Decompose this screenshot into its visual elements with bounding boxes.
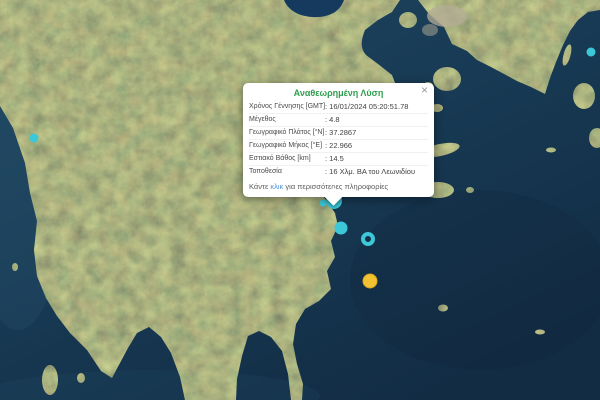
info-row-origin-time: Χρόνος Γέννησης [GMT] : 16/01/2024 05:20… — [249, 101, 428, 113]
more-info-text: Κάντε κλικ για περισσότερες πληροφορίες — [249, 180, 428, 193]
epicenter-marker-small[interactable] — [320, 200, 327, 207]
island — [433, 67, 461, 91]
map-viewport: × Αναθεωρημένη Λύση Χρόνος Γέννησης [GMT… — [0, 0, 600, 400]
island — [438, 305, 448, 312]
info-row-longitude: Γεωγραφικό Μήκος [°E] : 22.966 — [249, 139, 428, 152]
quake-marker-west[interactable] — [30, 134, 39, 143]
row-value: : 16 Χλμ. ΒΑ του Λεωνιδίου — [325, 166, 428, 178]
row-label: Γεωγραφικό Μήκος [°E] — [249, 140, 325, 152]
island — [535, 330, 545, 335]
row-value: : 4.8 — [325, 114, 428, 126]
island — [546, 148, 556, 153]
island — [12, 263, 18, 271]
row-value: : 22.966 — [325, 140, 428, 152]
row-label: Χρόνος Γέννησης [GMT] — [249, 101, 325, 113]
info-row-magnitude: Μέγεθος : 4.8 — [249, 113, 428, 126]
quake-marker-coast[interactable] — [335, 222, 348, 235]
sea-deep-patch — [350, 190, 600, 370]
footer-prefix: Κάντε — [249, 182, 270, 191]
info-row-latitude: Γεωγραφικό Πλάτος [°N] : 37.2867 — [249, 126, 428, 139]
row-value: : 16/01/2024 05:20:51.78 — [325, 101, 428, 113]
island — [42, 365, 58, 395]
athens-urban-area — [422, 24, 438, 36]
row-label: Εστιακό Βάθος [km] — [249, 153, 325, 165]
island — [466, 187, 474, 193]
quake-marker-yellow[interactable] — [363, 274, 377, 288]
row-label: Γεωγραφικό Πλάτος [°N] — [249, 127, 325, 139]
more-info-link[interactable]: κλικ — [270, 182, 283, 191]
row-label: Τοποθεσία — [249, 166, 325, 178]
island — [77, 373, 85, 383]
quake-marker-east[interactable] — [587, 48, 596, 57]
popup-title: Αναθεωρημένη Λύση — [249, 87, 428, 100]
row-label: Μέγεθος — [249, 114, 325, 126]
athens-urban-area — [427, 5, 467, 27]
info-row-location: Τοποθεσία : 16 Χλμ. ΒΑ του Λεωνιδίου — [249, 165, 428, 178]
map-canvas[interactable] — [0, 0, 600, 400]
earthquake-info-popup: × Αναθεωρημένη Λύση Χρόνος Γέννησης [GMT… — [243, 83, 434, 197]
info-row-depth: Εστιακό Βάθος [km] : 14.5 — [249, 152, 428, 165]
close-icon[interactable]: × — [421, 84, 428, 96]
island — [399, 12, 417, 28]
island — [573, 83, 595, 109]
row-value: : 37.2867 — [325, 127, 428, 139]
row-value: : 14.5 — [325, 153, 428, 165]
